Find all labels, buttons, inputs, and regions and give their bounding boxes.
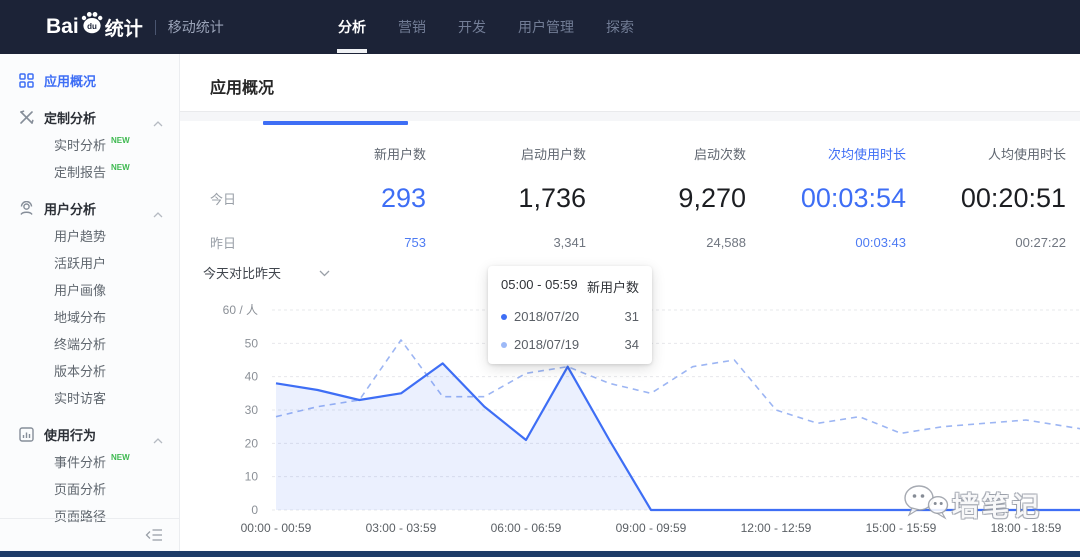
sidebar-item-0[interactable]: 应用概况 <box>0 67 179 94</box>
sidebar-item-label: 终端分析 <box>54 334 106 353</box>
sidebar-item-9[interactable]: 终端分析 <box>0 330 179 357</box>
baidu-paw-icon: du <box>80 11 104 39</box>
sidebar-item-label: 应用概况 <box>44 71 96 90</box>
tooltip-series-date: 2018/07/19 <box>514 337 625 352</box>
chevron-up-icon[interactable] <box>153 205 163 223</box>
sidebar-item-6[interactable]: 活跃用户 <box>0 249 179 276</box>
new-badge: NEW <box>111 163 130 172</box>
series-area-fill <box>276 363 1080 510</box>
top-nav: Bai du 统计 移动统计 分析 营销 开发 用户管理 探索 <box>0 0 1080 54</box>
tools-icon <box>18 110 34 126</box>
series-dot <box>501 342 507 348</box>
sidebar-item-12[interactable]: 使用行为 <box>0 421 179 448</box>
tooltip-row-1: 2018/07/1934 <box>501 337 639 352</box>
y-tick-label: 60 / 人 <box>223 303 258 317</box>
y-tick-label: 40 <box>245 370 259 384</box>
x-tick-label: 03:00 - 03:59 <box>366 521 437 535</box>
tooltip-row-0: 2018/07/2031 <box>501 309 639 324</box>
sidebar-item-label: 版本分析 <box>54 361 106 380</box>
x-tick-label: 00:00 - 00:59 <box>241 521 312 535</box>
primary-nav: 分析 营销 开发 用户管理 探索 <box>322 0 650 54</box>
logo-divider <box>155 20 156 35</box>
logo-product-name: 移动统计 <box>168 17 224 37</box>
sidebar-item-1[interactable]: 定制分析 <box>0 104 179 131</box>
tooltip-metric-name: 新用户数 <box>587 277 639 296</box>
tooltip-rows: 2018/07/20312018/07/1934 <box>501 309 639 352</box>
app-window: Bai du 统计 移动统计 分析 营销 开发 用户管理 探索 应用概况定制分析实时分析… <box>0 0 1080 557</box>
tooltip-header: 05:00 - 05:59 新用户数 <box>501 277 639 296</box>
sidebar-item-13[interactable]: 事件分析 NEW <box>0 448 179 475</box>
sidebar-item-7[interactable]: 用户画像 <box>0 276 179 303</box>
sidebar-item-10[interactable]: 版本分析 <box>0 357 179 384</box>
tooltip-series-value: 31 <box>625 309 639 324</box>
logo-text-bai: Bai <box>46 15 79 39</box>
nav-item-3[interactable]: 用户管理 <box>502 0 590 54</box>
x-tick-label: 15:00 - 15:59 <box>866 521 937 535</box>
nav-item-1[interactable]: 营销 <box>382 0 442 54</box>
nav-item-label: 探索 <box>606 17 634 37</box>
sidebar-item-11[interactable]: 实时访客 <box>0 384 179 411</box>
sidebar-item-label: 页面分析 <box>54 479 106 498</box>
nav-item-label: 用户管理 <box>518 17 574 37</box>
y-tick-label: 30 <box>245 403 259 417</box>
sidebar-item-label: 实时访客 <box>54 388 106 407</box>
sidebar-item-5[interactable]: 用户趋势 <box>0 222 179 249</box>
y-tick-label: 50 <box>245 336 259 350</box>
sidebar-menu: 应用概况定制分析实时分析 NEW 定制报告 NEW 用户分析用户趋势活跃用户用户画像地域… <box>0 54 179 529</box>
sidebar-item-label: 定制报告 <box>54 162 106 181</box>
tooltip-series-date: 2018/07/20 <box>514 309 625 324</box>
new-badge: NEW <box>111 136 130 145</box>
sidebar-item-label: 地域分布 <box>54 307 106 326</box>
logo-text-tongji: 统计 <box>105 14 143 41</box>
chart-tooltip: 05:00 - 05:59 新用户数 2018/07/20312018/07/1… <box>488 266 652 364</box>
x-tick-label: 09:00 - 09:59 <box>616 521 687 535</box>
nav-item-4[interactable]: 探索 <box>590 0 650 54</box>
sidebar-item-3[interactable]: 定制报告 NEW <box>0 158 179 185</box>
chevron-up-icon[interactable] <box>153 114 163 132</box>
y-tick-label: 10 <box>245 470 259 484</box>
sidebar-item-label: 使用行为 <box>44 425 96 444</box>
y-tick-label: 20 <box>245 436 259 450</box>
x-tick-label: 18:00 - 18:59 <box>991 521 1062 535</box>
sidebar-item-label: 事件分析 <box>54 452 106 471</box>
sidebar-item-label: 用户画像 <box>54 280 106 299</box>
sidebar-item-14[interactable]: 页面分析 <box>0 475 179 502</box>
sidebar-item-label: 实时分析 <box>54 135 106 154</box>
chevron-up-icon[interactable] <box>153 431 163 449</box>
tooltip-time-range: 05:00 - 05:59 <box>501 277 578 296</box>
nav-item-label: 开发 <box>458 17 486 37</box>
sidebar-footer <box>0 518 179 551</box>
content-area: 应用概况 新用户数启动用户数启动次数次均使用时长人均使用时长 今日2931,73… <box>180 54 1080 551</box>
tooltip-series-value: 34 <box>625 337 639 352</box>
nav-item-label: 分析 <box>338 17 366 37</box>
collapse-sidebar-icon[interactable] <box>145 528 163 542</box>
behavior-chart-icon <box>18 427 34 443</box>
baidu-tongji-logo[interactable]: Bai du 统计 移动统计 <box>46 11 224 43</box>
sidebar-item-label: 定制分析 <box>44 108 96 127</box>
series-dot <box>501 314 507 320</box>
sidebar-item-8[interactable]: 地域分布 <box>0 303 179 330</box>
nav-item-2[interactable]: 开发 <box>442 0 502 54</box>
user-analysis-icon <box>18 201 34 217</box>
new-badge: NEW <box>111 453 130 462</box>
grid-icon <box>18 73 34 89</box>
sidebar: 应用概况定制分析实时分析 NEW 定制报告 NEW 用户分析用户趋势活跃用户用户画像地域… <box>0 54 180 551</box>
y-tick-label: 0 <box>251 503 258 517</box>
sidebar-item-label: 用户分析 <box>44 199 96 218</box>
nav-item-label: 营销 <box>398 17 426 37</box>
nav-item-0[interactable]: 分析 <box>322 0 382 54</box>
bottom-bar <box>0 551 1080 557</box>
sidebar-item-4[interactable]: 用户分析 <box>0 195 179 222</box>
sidebar-item-label: 活跃用户 <box>54 253 106 272</box>
sidebar-item-2[interactable]: 实时分析 NEW <box>0 131 179 158</box>
svg-text:du: du <box>87 22 97 31</box>
x-tick-label: 12:00 - 12:59 <box>741 521 812 535</box>
sidebar-item-label: 用户趋势 <box>54 226 106 245</box>
x-tick-label: 06:00 - 06:59 <box>491 521 562 535</box>
